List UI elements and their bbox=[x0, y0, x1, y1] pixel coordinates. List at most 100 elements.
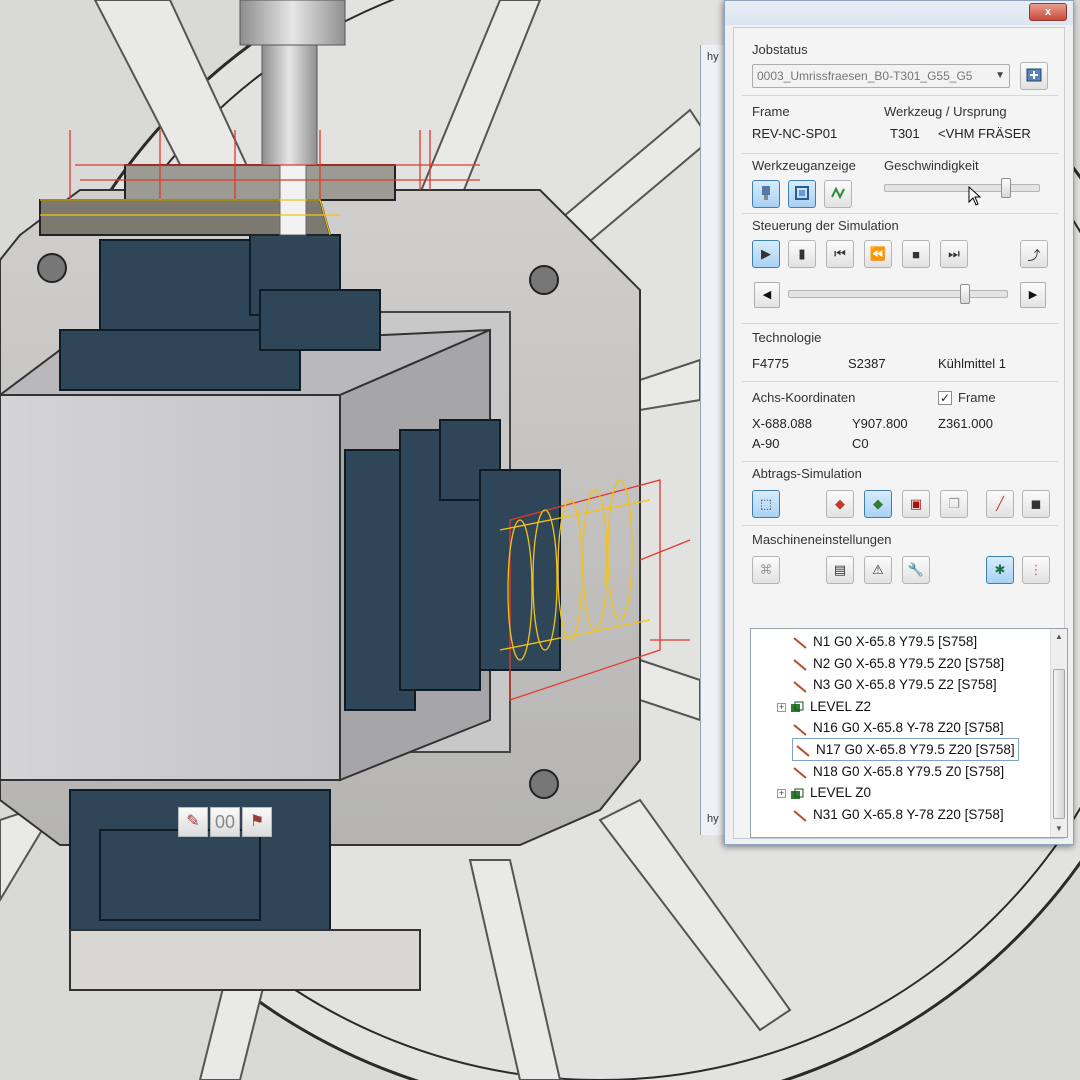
viewport-mini-toolbar: ✎ 00 ⚑ bbox=[178, 807, 274, 837]
machine-view-button[interactable]: ⌘ bbox=[752, 556, 780, 584]
nc-program-tree[interactable]: N1 G0 X-65.8 Y79.5 [S758] N2 G0 X-65.8 Y7… bbox=[750, 628, 1068, 838]
tree-nc-line[interactable]: N31 G0 X-65.8 Y-78 Z20 [S758] bbox=[793, 804, 1004, 825]
tree-nc-line[interactable]: N1 G0 X-65.8 Y79.5 [S758] bbox=[793, 631, 977, 652]
removal-mode-button[interactable]: ⬚ bbox=[752, 490, 780, 518]
toolpath-line-icon bbox=[796, 743, 810, 758]
skip-forward-icon: ⏭ bbox=[948, 246, 960, 261]
sim-mode-icon: ▶ bbox=[761, 246, 771, 261]
sim-pointer-button[interactable]: ⤴ bbox=[1020, 240, 1048, 268]
tree-nc-line[interactable]: N18 G0 X-65.8 Y79.5 Z0 [S758] bbox=[793, 761, 1004, 782]
machine-tool-button[interactable]: 🔧 bbox=[902, 556, 930, 584]
feed-value: F4775 bbox=[752, 356, 789, 371]
copy-icon: ❐ bbox=[948, 496, 960, 511]
frame-label: Frame bbox=[752, 104, 790, 119]
y-coordinate: Y907.800 bbox=[852, 416, 908, 431]
stock-red-icon: ◆ bbox=[835, 496, 845, 511]
sim-stop-button[interactable]: ■ bbox=[902, 240, 930, 268]
removal-measure-button[interactable]: ╱ bbox=[986, 490, 1014, 518]
scroll-down-icon[interactable]: ▼ bbox=[1051, 821, 1067, 837]
timeline-next-button[interactable]: ▶ bbox=[1020, 282, 1046, 308]
machine-settings-section: Maschineneinstellungen ⌘ ▤ ⚠ 🔧 ✱ ⋮ bbox=[742, 526, 1058, 596]
tool-path-button[interactable] bbox=[824, 180, 852, 208]
job-select[interactable]: 0003_Umrissfraesen_B0-T301_G55_G5 ▼ bbox=[752, 64, 1010, 88]
marker-icon[interactable]: ⚑ bbox=[242, 807, 272, 837]
removal-camera-button[interactable]: ◼ bbox=[1022, 490, 1050, 518]
pen-icon[interactable]: ✎ bbox=[178, 807, 208, 837]
tree-level-node[interactable]: + LEVEL Z2 bbox=[777, 696, 871, 717]
machine-collision-button[interactable]: ✱ bbox=[986, 556, 1014, 584]
background-window-fragment: hy bbox=[707, 51, 719, 63]
machine-settings-label: Maschineneinstellungen bbox=[752, 532, 892, 547]
mouse-cursor-icon bbox=[968, 186, 982, 206]
rewind-icon: ⏪ bbox=[869, 246, 887, 261]
tree-nc-line[interactable]: N16 G0 X-65.8 Y-78 Z20 [S758] bbox=[793, 717, 1004, 738]
coolant-value: Kühlmittel 1 bbox=[938, 356, 1006, 371]
removal-green-button[interactable]: ◆ bbox=[864, 490, 892, 518]
removal-compare-button[interactable]: ▣ bbox=[902, 490, 930, 518]
machine-icon: ⌘ bbox=[759, 562, 773, 577]
tree-nc-line[interactable]: N2 G0 X-65.8 Y79.5 Z20 [S758] bbox=[793, 653, 1004, 674]
axis-coordinates-label: Achs-Koordinaten bbox=[752, 390, 856, 405]
tree-scrollbar[interactable]: ▲ ▼ bbox=[1050, 629, 1067, 837]
frame-checkbox[interactable]: ✓ bbox=[938, 391, 952, 405]
toolpath-line-icon bbox=[793, 722, 807, 736]
tree-row-text: N16 G0 X-65.8 Y-78 Z20 [S758] bbox=[813, 720, 1004, 736]
timeline-slider-thumb[interactable] bbox=[960, 284, 971, 304]
expand-icon[interactable]: + bbox=[777, 702, 786, 712]
display-speed-section: Werkzeuganzeige Geschwindigkeit bbox=[742, 154, 1058, 214]
timeline-slider-track[interactable] bbox=[788, 290, 1008, 298]
compare-icon: ▣ bbox=[909, 496, 923, 511]
tool-display-wire-button[interactable] bbox=[788, 180, 816, 208]
sim-reset-button[interactable]: ▮ bbox=[788, 240, 816, 268]
scroll-up-icon[interactable]: ▲ bbox=[1051, 629, 1067, 645]
tree-level-node[interactable]: + LEVEL Z0 bbox=[777, 782, 871, 803]
sim-step-back-button[interactable]: ⏮ bbox=[826, 240, 854, 268]
machine-table-button[interactable]: ▤ bbox=[826, 556, 854, 584]
toolpath-line-icon bbox=[793, 679, 807, 693]
background-window-fragment: hy bbox=[707, 813, 719, 825]
tree-nc-line[interactable]: N3 G0 X-65.8 Y79.5 Z2 [S758] bbox=[793, 674, 997, 695]
x-coordinate: X-688.088 bbox=[752, 416, 812, 431]
tree-row-text: N17 G0 X-65.8 Y79.5 Z20 [S758] bbox=[816, 742, 1015, 757]
jobstatus-label: Jobstatus bbox=[752, 42, 808, 57]
toolpath-line-icon bbox=[793, 635, 807, 650]
job-settings-button[interactable] bbox=[1020, 62, 1048, 90]
close-button[interactable]: x bbox=[1029, 3, 1067, 21]
technology-section: Technologie F4775 S2387 Kühlmittel 1 bbox=[742, 324, 1058, 382]
toolpath-line-icon bbox=[793, 657, 807, 671]
a-coordinate: A-90 bbox=[752, 436, 780, 451]
pointer-icon: ⤴ bbox=[1027, 247, 1041, 263]
sim-step-forward-button[interactable]: ⏭ bbox=[940, 240, 968, 268]
removal-red-button[interactable]: ◆ bbox=[826, 490, 854, 518]
simulation-panel: x Jobstatus 0003_Umrissfraesen_B0-T301_G… bbox=[724, 0, 1074, 845]
timeline-prev-button[interactable]: ◀ bbox=[754, 282, 780, 308]
stock-green-icon: ◆ bbox=[873, 496, 883, 511]
tool-display-solid-button[interactable] bbox=[752, 180, 780, 208]
job-select-value: 0003_Umrissfraesen_B0-T301_G55_G5 bbox=[757, 69, 973, 83]
speed-label: Geschwindigkeit bbox=[884, 158, 979, 173]
jobstatus-section: Jobstatus 0003_Umrissfraesen_B0-T301_G55… bbox=[742, 28, 1058, 96]
tool-wire-icon bbox=[794, 185, 810, 204]
tree-nc-line[interactable]: N17 G0 X-65.8 Y79.5 Z20 [S758] bbox=[792, 738, 1019, 761]
machine-warning-button[interactable]: ⚠ bbox=[864, 556, 892, 584]
camera-icon: ◼ bbox=[1030, 496, 1042, 511]
removal-copy-button[interactable]: ❐ bbox=[940, 490, 968, 518]
sim-mode-button[interactable]: ▶ bbox=[752, 240, 780, 268]
sim-rewind-button[interactable]: ⏪ bbox=[864, 240, 892, 268]
simulation-control-label: Steuerung der Simulation bbox=[752, 218, 899, 233]
tool-number: T301 bbox=[890, 126, 920, 141]
panel-titlebar[interactable]: x bbox=[725, 1, 1073, 25]
speed-slider-track[interactable] bbox=[884, 184, 1040, 192]
speed-slider-thumb[interactable] bbox=[1000, 178, 1011, 198]
scroll-thumb[interactable] bbox=[1053, 669, 1065, 819]
tool-holder-icon bbox=[759, 185, 773, 204]
expand-icon[interactable]: + bbox=[777, 789, 786, 799]
tree-row-text: N3 G0 X-65.8 Y79.5 Z2 [S758] bbox=[813, 677, 997, 693]
tool-name: <VHM FRÄSER bbox=[938, 126, 1031, 141]
settings-icon bbox=[1026, 67, 1042, 86]
tool-label: Werkzeug / Ursprung bbox=[884, 104, 1007, 119]
machine-limit-button[interactable]: ⋮ bbox=[1022, 556, 1050, 584]
tree-row-text: N1 G0 X-65.8 Y79.5 [S758] bbox=[813, 634, 978, 649]
level-icon bbox=[790, 787, 804, 801]
removal-simulation-section: Abtrags-Simulation ⬚ ◆ ◆ ▣ ❐ ╱ ◼ bbox=[742, 462, 1058, 526]
